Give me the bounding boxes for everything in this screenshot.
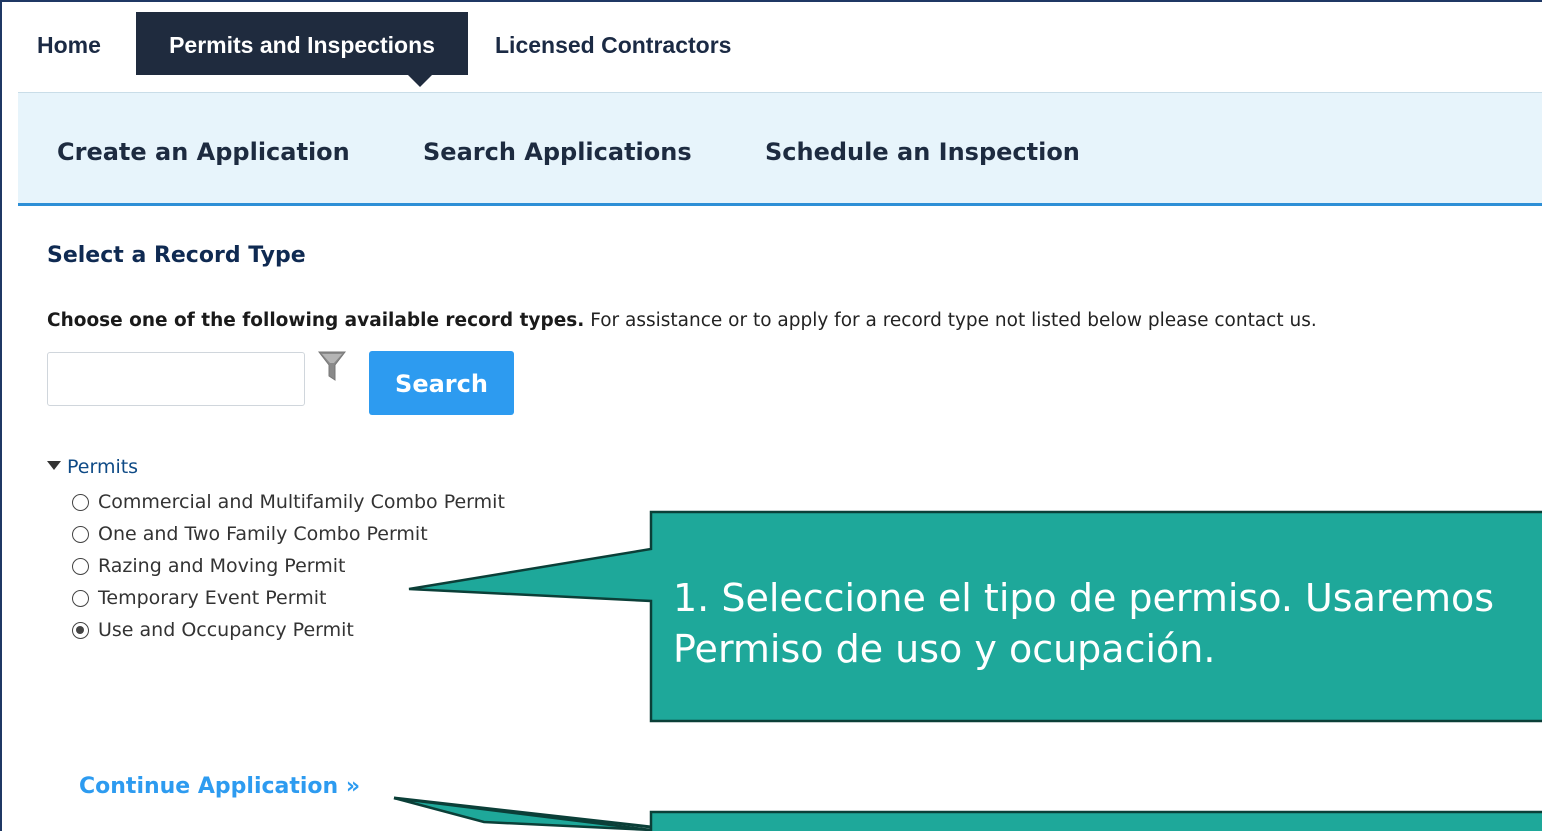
radio-button-selected[interactable] (72, 621, 89, 639)
instructions-text: Choose one of the following available re… (47, 310, 1317, 331)
callout-1-line-2: Permiso de uso y ocupación. (673, 627, 1216, 671)
continue-application-link[interactable]: Continue Application » (79, 774, 360, 799)
filter-icon[interactable] (318, 350, 346, 382)
record-type-option[interactable]: One and Two Family Combo Permit (72, 520, 428, 548)
record-type-label: Use and Occupancy Permit (98, 619, 354, 641)
record-type-label: Razing and Moving Permit (98, 555, 346, 577)
sub-nav: Create an Application Search Application… (18, 92, 1542, 206)
record-type-option[interactable]: Use and Occupancy Permit (72, 616, 354, 644)
record-type-option[interactable]: Temporary Event Permit (72, 584, 326, 612)
radio-button[interactable] (72, 589, 89, 607)
active-tab-caret-icon (408, 75, 432, 87)
nav-tab-permits-label: Permits and Inspections (169, 32, 435, 58)
subnav-create-application[interactable]: Create an Application (57, 93, 350, 205)
record-type-label: Temporary Event Permit (98, 587, 327, 609)
callout-text-1: 1. Seleccione el tipo de permiso. Usarem… (673, 573, 1494, 675)
callout-1-line-1: 1. Seleccione el tipo de permiso. Usarem… (673, 576, 1495, 620)
subnav-schedule-inspection[interactable]: Schedule an Inspection (765, 93, 1080, 205)
record-type-option[interactable]: Commercial and Multifamily Combo Permit (72, 488, 505, 516)
record-type-label: One and Two Family Combo Permit (98, 523, 428, 545)
nav-tab-permits-and-inspections[interactable]: Permits and Inspections (136, 12, 468, 87)
radio-button[interactable] (72, 493, 89, 511)
record-type-option[interactable]: Razing and Moving Permit (72, 552, 345, 580)
nav-tab-licensed-contractors[interactable]: Licensed Contractors (495, 12, 731, 75)
subnav-search-applications[interactable]: Search Applications (423, 93, 692, 205)
radio-button[interactable] (72, 525, 89, 543)
tree-node-permits[interactable]: Permits (47, 456, 138, 478)
top-nav: Home Permits and Inspections Licensed Co… (18, 12, 1542, 87)
nav-tab-home[interactable]: Home (37, 12, 101, 75)
instructions-rest: For assistance or to apply for a record … (584, 310, 1317, 331)
search-button[interactable]: Search (369, 351, 514, 415)
instructions-bold: Choose one of the following available re… (47, 310, 585, 331)
radio-button[interactable] (72, 557, 89, 575)
tree-node-label: Permits (67, 456, 139, 478)
record-type-label: Commercial and Multifamily Combo Permit (98, 491, 505, 513)
record-type-search-input[interactable] (47, 352, 305, 406)
expand-triangle-icon (47, 461, 61, 470)
section-heading: Select a Record Type (47, 243, 306, 268)
